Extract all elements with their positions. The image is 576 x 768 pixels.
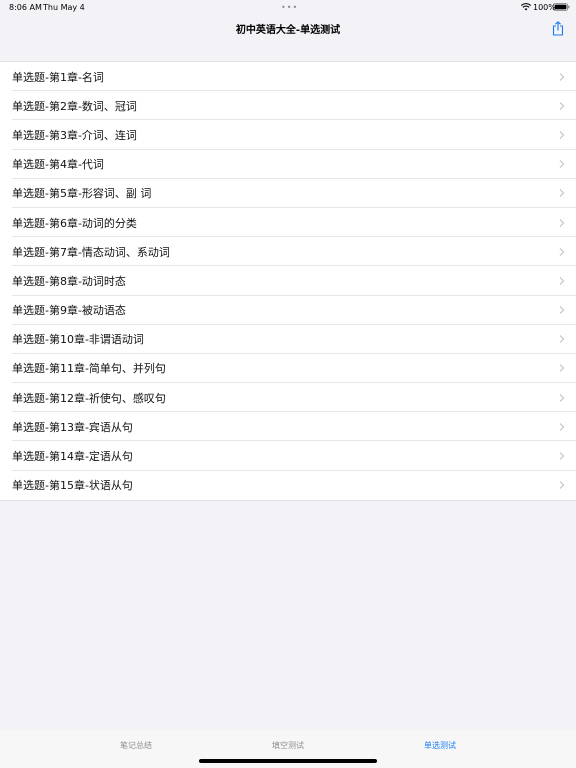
chapter-list: 单选题-第1章-名词 单选题-第2章-数词、冠词 单选题-第3章-介词、连词 单… bbox=[0, 61, 576, 501]
list-item-label: 单选题-第5章-形容词、副 词 bbox=[12, 187, 152, 201]
chevron-right-icon bbox=[559, 72, 565, 81]
chevron-right-icon bbox=[559, 364, 565, 373]
list-item-chapter-6[interactable]: 单选题-第6章-动词的分类 bbox=[0, 208, 576, 238]
chevron-right-icon bbox=[559, 306, 565, 315]
chevron-right-icon bbox=[559, 276, 565, 285]
chevron-right-icon bbox=[559, 393, 565, 402]
list-item-chapter-13[interactable]: 单选题-第13章-宾语从句 bbox=[0, 412, 576, 442]
list-item-chapter-7[interactable]: 单选题-第7章-情态动词、系动词 bbox=[0, 237, 576, 267]
chevron-right-icon bbox=[559, 335, 565, 344]
multitasking-dots[interactable]: ••• bbox=[281, 3, 298, 12]
list-item-label: 单选题-第10章-非谓语动词 bbox=[12, 333, 144, 347]
list-item-chapter-5[interactable]: 单选题-第5章-形容词、副 词 bbox=[0, 179, 576, 209]
list-item-label: 单选题-第8章-动词时态 bbox=[12, 274, 126, 288]
list-item-chapter-4[interactable]: 单选题-第4章-代词 bbox=[0, 150, 576, 179]
list-item-label: 单选题-第15章-状语从句 bbox=[12, 479, 133, 493]
app-screen: 8:06 AM Thu May 4 ••• 100% 初中英语大全-单选测试 单… bbox=[0, 0, 576, 768]
list-item-chapter-8[interactable]: 单选题-第8章-动词时态 bbox=[0, 266, 576, 296]
list-item-chapter-12[interactable]: 单选题-第12章-祈使句、感叹句 bbox=[0, 383, 576, 413]
page-title: 初中英语大全-单选测试 bbox=[235, 25, 341, 36]
list-item-chapter-10[interactable]: 单选题-第10章-非谓语动词 bbox=[0, 325, 576, 355]
list-item-label: 单选题-第1章-名词 bbox=[12, 70, 104, 84]
battery-icon bbox=[553, 3, 570, 11]
chevron-right-icon bbox=[559, 422, 565, 431]
share-button[interactable] bbox=[549, 18, 567, 38]
share-icon bbox=[552, 20, 564, 36]
chevron-right-icon bbox=[559, 101, 565, 110]
list-item-chapter-3[interactable]: 单选题-第3章-介词、连词 bbox=[0, 120, 576, 150]
chevron-right-icon bbox=[559, 481, 565, 490]
list-item-chapter-2[interactable]: 单选题-第2章-数词、冠词 bbox=[0, 91, 576, 121]
list-item-label: 单选题-第11章-简单句、并列句 bbox=[12, 362, 166, 376]
list-item-label: 单选题-第12章-祈使句、感叹句 bbox=[12, 391, 166, 405]
list-item-chapter-15[interactable]: 单选题-第15章-状语从句 bbox=[0, 471, 576, 500]
list-item-label: 单选题-第3章-介词、连词 bbox=[12, 128, 137, 142]
chevron-right-icon bbox=[559, 160, 565, 169]
list-item-label: 单选题-第4章-代词 bbox=[12, 158, 104, 172]
tab-single-choice-test[interactable]: 单选测试 bbox=[380, 740, 500, 751]
status-date: Thu May 4 bbox=[43, 3, 85, 12]
status-bar: 8:06 AM Thu May 4 ••• 100% bbox=[0, 0, 576, 14]
list-item-label: 单选题-第13章-宾语从句 bbox=[12, 420, 133, 434]
list-item-label: 单选题-第2章-数词、冠词 bbox=[12, 99, 137, 113]
tab-notes-summary[interactable]: 笔记总结 bbox=[76, 740, 196, 751]
list-item-chapter-9[interactable]: 单选题-第9章-被动语态 bbox=[0, 296, 576, 325]
list-item-label: 单选题-第7章-情态动词、系动词 bbox=[12, 245, 170, 259]
list-item-label: 单选题-第14章-定语从句 bbox=[12, 450, 133, 464]
chevron-right-icon bbox=[559, 189, 565, 198]
list-item-chapter-14[interactable]: 单选题-第14章-定语从句 bbox=[0, 441, 576, 471]
list-item-chapter-1[interactable]: 单选题-第1章-名词 bbox=[0, 62, 576, 92]
list-item-chapter-11[interactable]: 单选题-第11章-简单句、并列句 bbox=[0, 354, 576, 384]
chevron-right-icon bbox=[559, 452, 565, 460]
chevron-right-icon bbox=[559, 218, 565, 227]
chevron-right-icon bbox=[559, 247, 565, 256]
status-time: 8:06 AM bbox=[9, 3, 42, 12]
list-item-label: 单选题-第6章-动词的分类 bbox=[12, 216, 137, 230]
tab-fill-in-test[interactable]: 填空测试 bbox=[228, 740, 348, 751]
home-indicator[interactable] bbox=[199, 759, 377, 763]
chevron-right-icon bbox=[559, 131, 565, 139]
wifi-icon bbox=[521, 3, 531, 11]
list-item-label: 单选题-第9章-被动语态 bbox=[12, 304, 126, 318]
